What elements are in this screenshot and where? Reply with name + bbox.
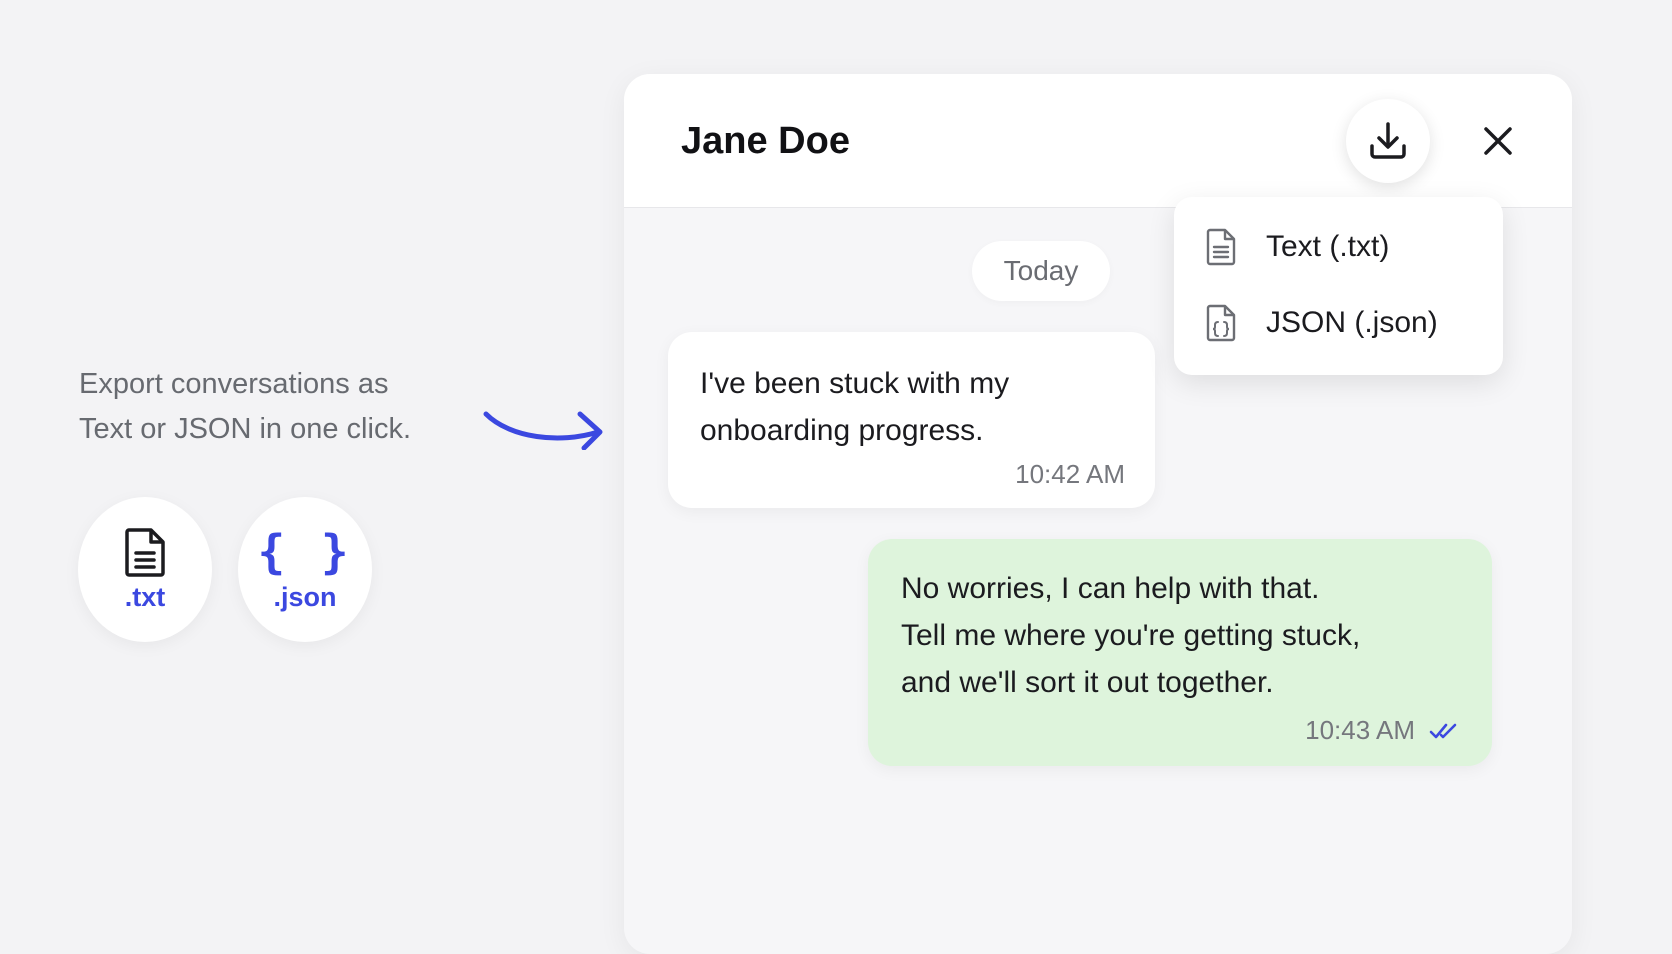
file-json-icon [1204, 303, 1238, 343]
braces-icon: { } [257, 524, 353, 579]
txt-format-label: .txt [124, 581, 166, 612]
json-format-label: .json [273, 581, 337, 612]
incoming-message: I've been stuck with my onboarding progr… [668, 332, 1155, 508]
download-button[interactable] [1346, 99, 1430, 183]
export-menu: Text (.txt) JSON (.json) [1174, 197, 1503, 375]
message-timestamp: 10:42 AM [1015, 459, 1125, 489]
outgoing-message: No worries, I can help with that. Tell m… [868, 539, 1492, 766]
double-check-icon [1429, 723, 1457, 739]
export-promo: Export conversations as Text or JSON in … [79, 362, 499, 452]
export-json-option[interactable]: JSON (.json) [1174, 285, 1503, 361]
download-icon [1370, 122, 1406, 159]
date-divider: Today [972, 241, 1110, 301]
export-json-label: JSON (.json) [1266, 306, 1438, 339]
txt-format-badge: .txt [78, 497, 212, 642]
json-format-badge: { } .json [238, 497, 372, 642]
contact-name: Jane Doe [681, 120, 850, 162]
promo-text-line: Text or JSON in one click. [79, 413, 411, 445]
chat-header: Jane Doe [624, 74, 1572, 208]
close-button[interactable] [1474, 117, 1522, 165]
message-text-line: onboarding progress. [700, 414, 984, 447]
message-text-line: I've been stuck with my [700, 367, 1010, 400]
file-text-icon [1204, 227, 1238, 267]
message-timestamp: 10:43 AM [1305, 715, 1415, 745]
export-text-option[interactable]: Text (.txt) [1174, 209, 1503, 285]
file-text-icon [123, 526, 167, 578]
message-text-line: No worries, I can help with that. [901, 572, 1320, 605]
promo-text-line: Export conversations as [79, 368, 389, 400]
export-text-label: Text (.txt) [1266, 230, 1390, 263]
close-icon [1484, 127, 1512, 155]
message-text-line: Tell me where you're getting stuck, [901, 619, 1361, 652]
curved-arrow-icon [483, 411, 603, 450]
message-text-line: and we'll sort it out together. [901, 666, 1274, 699]
